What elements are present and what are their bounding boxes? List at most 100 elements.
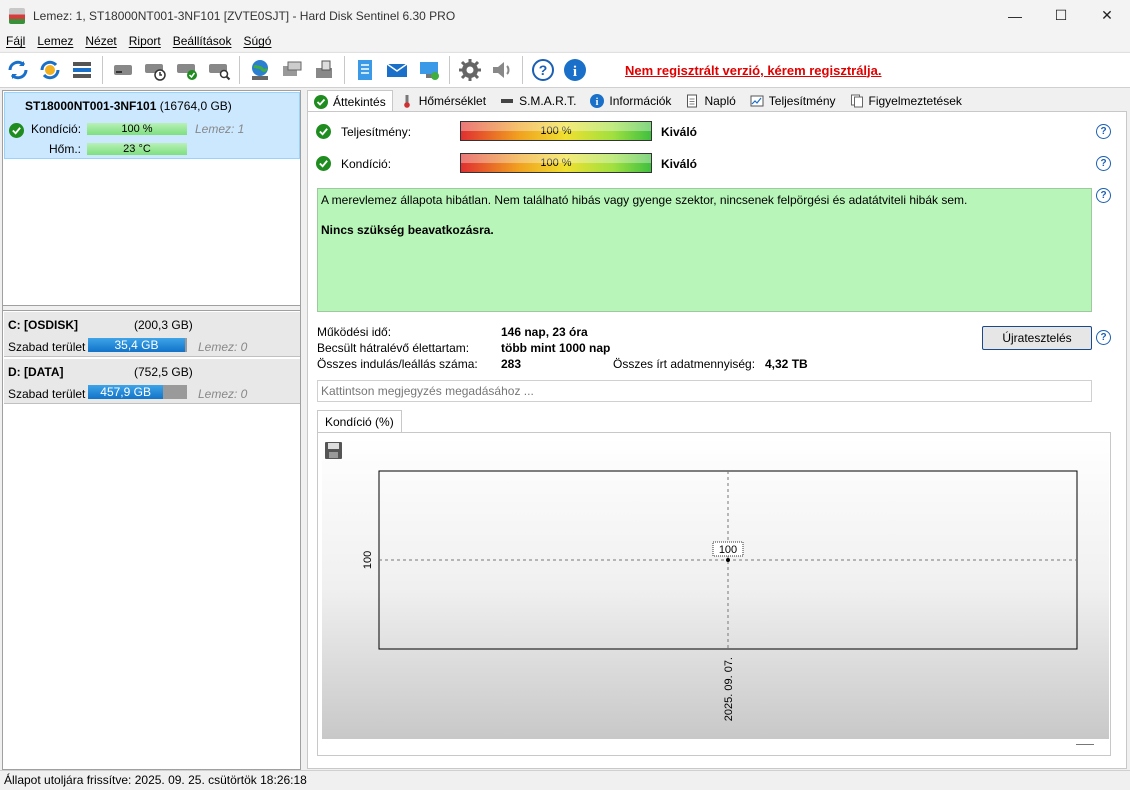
email-icon bbox=[386, 63, 408, 77]
help-icon[interactable]: ? bbox=[1096, 124, 1111, 139]
written-label: Összes írt adatmennyiség: bbox=[613, 357, 756, 371]
chart-plot: 100 100 2025. 09. 07. bbox=[362, 470, 1078, 721]
unregistered-link[interactable]: Nem regisztrált verzió, kérem regisztrál… bbox=[625, 63, 882, 78]
lifetime-label: Becsült hátralévő élettartam: bbox=[317, 341, 470, 355]
toolbar-separator bbox=[449, 56, 450, 84]
help-icon[interactable]: ? bbox=[1096, 156, 1111, 171]
thermometer-icon bbox=[400, 94, 414, 108]
free-space-label: Szabad terület bbox=[8, 387, 86, 401]
toolbar-separator bbox=[522, 56, 523, 84]
menu-report[interactable]: Riport bbox=[129, 34, 161, 48]
free-space-fill: 35,4 GB bbox=[88, 338, 186, 352]
partition-c[interactable]: C: [OSDISK] (200,3 GB) Szabad terület 35… bbox=[4, 312, 300, 357]
info-icon: i bbox=[564, 59, 586, 81]
written-value: 4,32 TB bbox=[765, 357, 808, 371]
temp-bar: 23 °C bbox=[87, 143, 187, 155]
tab-label: Teljesítmény bbox=[768, 94, 836, 108]
lifetime-value: több mint 1000 nap bbox=[501, 341, 611, 355]
disk-check-button[interactable] bbox=[173, 56, 201, 84]
menu-file[interactable]: Fájl bbox=[6, 34, 25, 48]
settings-button[interactable] bbox=[456, 56, 484, 84]
disk-surface-button[interactable] bbox=[109, 56, 137, 84]
hdd-icon bbox=[114, 65, 132, 75]
condition-bar: 100 % bbox=[460, 153, 652, 173]
hdd-clock-icon bbox=[145, 64, 166, 81]
partition-name: D: [DATA] bbox=[8, 365, 64, 379]
retest-button[interactable]: Újratesztelés bbox=[982, 326, 1092, 350]
disk-name: ST18000NT001-3NF101 bbox=[25, 99, 157, 113]
tab-information[interactable]: i Információk bbox=[583, 90, 678, 112]
help-icon: ? bbox=[532, 59, 554, 81]
check-circle-icon bbox=[314, 95, 328, 109]
help-icon[interactable]: ? bbox=[1096, 330, 1111, 345]
refresh-button[interactable] bbox=[4, 56, 32, 84]
menu-view[interactable]: Nézet bbox=[85, 34, 116, 48]
maximize-button[interactable]: ☐ bbox=[1038, 0, 1084, 31]
partition-d[interactable]: D: [DATA] (752,5 GB) Szabad terület 457,… bbox=[4, 359, 300, 404]
chart-resize-grip[interactable] bbox=[1076, 744, 1094, 745]
tab-smart[interactable]: S.M.A.R.T. bbox=[493, 90, 583, 112]
performance-label: Teljesítmény: bbox=[341, 125, 412, 139]
overview-panel: Teljesítmény: 100 % Kiváló ? Kondíció: 1… bbox=[307, 111, 1127, 769]
help-icon[interactable]: ? bbox=[1096, 188, 1111, 203]
tab-performance[interactable]: Teljesítmény bbox=[743, 90, 843, 112]
report-icon bbox=[358, 60, 372, 80]
backup-button[interactable] bbox=[278, 56, 306, 84]
network-send-button[interactable] bbox=[415, 56, 443, 84]
info-icon: i bbox=[590, 94, 605, 108]
menu-disk[interactable]: Lemez bbox=[37, 34, 73, 48]
sound-button[interactable] bbox=[488, 56, 516, 84]
condition-label: Kondíció: bbox=[31, 122, 82, 136]
window-title: Lemez: 1, ST18000NT001-3NF101 [ZVTE0SJT]… bbox=[33, 8, 456, 23]
email-button[interactable] bbox=[383, 56, 411, 84]
info-toolbar-button[interactable]: i bbox=[561, 56, 589, 84]
refresh-warning-icon bbox=[40, 60, 60, 80]
free-space-bar: 457,9 GB bbox=[88, 385, 187, 399]
startstop-value: 283 bbox=[501, 357, 522, 371]
disk-item-selected[interactable]: ST18000NT001-3NF101 (16764,0 GB) Kondíci… bbox=[4, 92, 300, 159]
tab-label: Információk bbox=[609, 94, 672, 108]
data-label: 100 bbox=[719, 544, 737, 556]
partition-disk-index: Lemez: 0 bbox=[198, 340, 248, 354]
disk-clock-button[interactable] bbox=[141, 56, 169, 84]
free-space-fill: 457,9 GB bbox=[88, 385, 164, 399]
tab-alerts[interactable]: Figyelmeztetések bbox=[843, 90, 969, 112]
performance-ok-icon bbox=[316, 124, 331, 139]
refresh-all-button[interactable] bbox=[36, 56, 64, 84]
speaker-icon bbox=[493, 62, 510, 78]
disk-list-button[interactable] bbox=[68, 56, 96, 84]
network-button[interactable] bbox=[246, 56, 274, 84]
tab-overview[interactable]: Áttekintés bbox=[307, 90, 393, 113]
condition-value: 100 % bbox=[540, 157, 572, 169]
chart-tab-condition[interactable]: Kondíció (%) bbox=[317, 410, 402, 432]
tab-log[interactable]: Napló bbox=[678, 90, 742, 112]
note-input[interactable]: Kattintson megjegyzés megadásához ... bbox=[317, 380, 1092, 402]
panel-splitter[interactable] bbox=[3, 305, 300, 311]
menu-help[interactable]: Súgó bbox=[243, 34, 271, 48]
ok-check-icon bbox=[9, 123, 24, 138]
condition-chart: 100 100 2025. 09. 07. bbox=[317, 432, 1111, 756]
disk-title: ST18000NT001-3NF101 (16764,0 GB) bbox=[25, 99, 232, 113]
disk-search-button[interactable] bbox=[205, 56, 233, 84]
server-button[interactable] bbox=[310, 56, 338, 84]
gear-icon bbox=[459, 59, 481, 81]
close-button[interactable]: ✕ bbox=[1084, 0, 1130, 31]
help-toolbar-button[interactable]: ? bbox=[529, 56, 557, 84]
hdd-search-icon bbox=[209, 64, 231, 81]
tab-temperature[interactable]: Hőmérséklet bbox=[393, 90, 493, 112]
report-button[interactable] bbox=[351, 56, 379, 84]
partition-name: C: [OSDISK] bbox=[8, 318, 78, 332]
tab-bar: Áttekintés Hőmérséklet S.M.A.R.T. i Info… bbox=[307, 90, 1127, 113]
data-point bbox=[726, 558, 730, 562]
chart-icon bbox=[750, 94, 764, 108]
condition-bar: 100 % bbox=[87, 123, 187, 135]
document-icon bbox=[685, 94, 699, 108]
disk-index-label: Lemez: 1 bbox=[195, 122, 245, 136]
partition-size: (752,5 GB) bbox=[134, 365, 193, 379]
disk-size: (16764,0 GB) bbox=[159, 99, 232, 113]
minimize-button[interactable]: — bbox=[992, 0, 1038, 31]
performance-verdict: Kiváló bbox=[661, 125, 698, 139]
status-text: A merevlemez állapota hibátlan. Nem talá… bbox=[321, 193, 968, 207]
menu-settings[interactable]: Beállítások bbox=[173, 34, 232, 48]
performance-value: 100 % bbox=[540, 125, 572, 137]
